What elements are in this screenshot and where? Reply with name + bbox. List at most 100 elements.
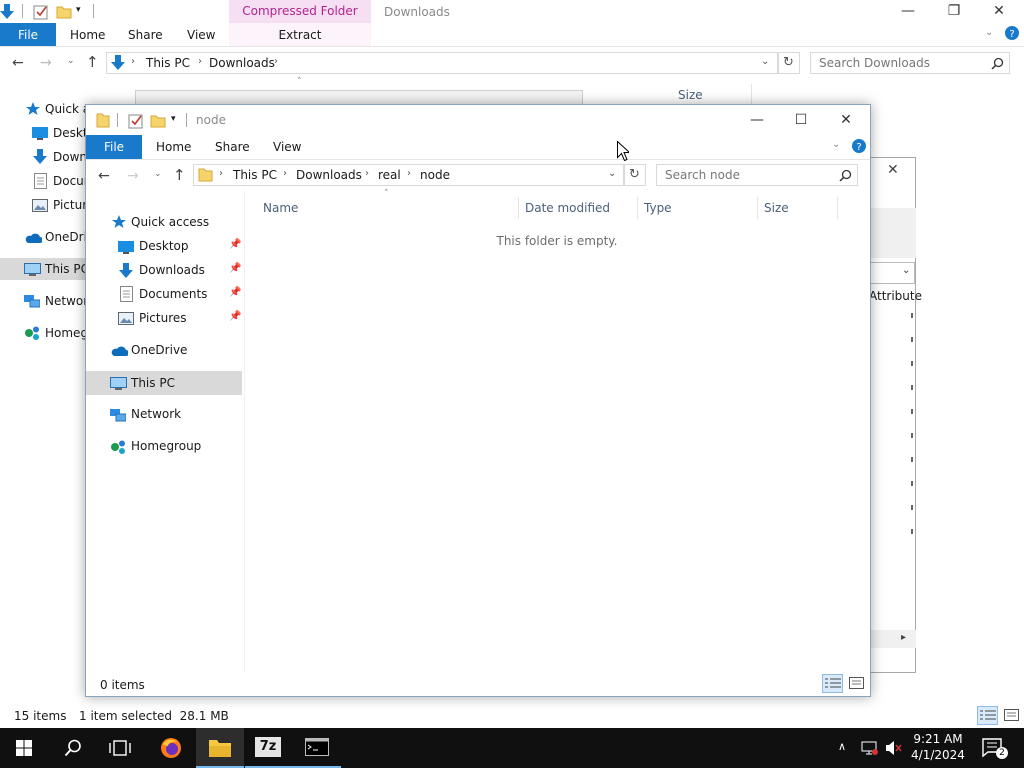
sevenzip-button[interactable]: 7z [245,728,293,768]
nav-downloads[interactable]: Downloads [139,259,205,281]
qat-dropdown-icon[interactable]: ▾ [76,5,81,15]
tab-home[interactable]: Home [70,23,105,47]
refresh-button[interactable]: ↻ [624,164,646,186]
help-icon[interactable]: ? [852,139,866,153]
up-button[interactable]: ↑ [173,166,186,184]
tab-view[interactable]: View [273,135,301,159]
tab-file[interactable]: File [0,23,56,47]
maximize-button[interactable]: ☐ [778,105,824,135]
search-button[interactable] [48,728,96,768]
nav-pictures[interactable]: Pictures [139,307,187,329]
show-hidden-icons-button[interactable]: ∧ [838,740,846,753]
refresh-button[interactable]: ↻ [778,52,800,74]
properties-icon[interactable] [33,4,49,20]
clock[interactable]: 9:21 AM 4/1/2024 [908,731,968,763]
recent-locations-icon[interactable]: ⌄ [154,169,162,179]
tab-extract[interactable]: Extract [229,23,371,47]
nav-quick-access[interactable]: Quick a [45,98,90,120]
new-folder-icon[interactable] [150,113,166,129]
qat-dropdown-icon[interactable]: ▾ [171,114,176,124]
column-size[interactable]: Size [672,84,752,106]
details-view-icon [980,710,996,722]
search-input[interactable]: Search node [656,164,858,186]
expand-ribbon-icon[interactable]: ⌄ [985,27,993,38]
chevron-right-icon[interactable]: › [283,168,287,179]
nav-documents[interactable]: Documents [139,283,207,305]
properties-icon[interactable] [128,113,144,129]
downloads-arrow-icon [111,55,125,71]
forward-button[interactable]: → [40,55,52,71]
homegroup-icon [24,326,40,340]
search-input[interactable]: Search Downloads [810,52,1010,74]
column-attributes[interactable]: Attribute [869,289,922,303]
nav-network[interactable]: Network [131,403,181,425]
back-button[interactable]: ← [12,55,24,71]
task-view-button[interactable] [96,728,144,768]
large-icons-view-button[interactable] [1001,706,1022,725]
breadcrumb-downloads[interactable]: Downloads [296,168,362,182]
breadcrumb-this-pc[interactable]: This PC [233,168,277,182]
close-button[interactable]: ✕ [976,0,1022,26]
volume-muted-icon[interactable] [885,740,903,756]
expand-ribbon-icon[interactable]: ⌄ [832,139,840,150]
nav-onedrive[interactable]: OneDrive [131,339,187,361]
close-button[interactable]: ✕ [823,105,869,135]
firefox-button[interactable] [147,728,195,768]
tab-share[interactable]: Share [215,135,250,159]
downloads-arrow-icon [0,4,14,20]
tab-share[interactable]: Share [128,23,163,47]
scroll-right-icon[interactable]: ▸ [901,632,906,643]
minimize-button[interactable]: — [734,105,780,135]
recent-locations-icon[interactable]: ⌄ [67,56,75,66]
chevron-right-icon[interactable]: › [365,168,369,179]
breadcrumb-node[interactable]: node [420,168,450,182]
network-status-icon[interactable] [861,740,879,756]
address-bar[interactable]: › This PC › Downloads › real › node ⌄ [193,164,624,186]
documents-icon [34,173,47,189]
chevron-right-icon[interactable]: › [407,168,411,179]
nav-this-pc[interactable]: This PC [45,258,89,280]
nav-this-pc[interactable]: This PC [131,372,175,394]
nav-desktop[interactable]: Desktop [139,235,189,257]
address-dropdown-icon[interactable]: ⌄ [761,56,769,67]
file-explorer-button[interactable] [196,728,244,768]
breadcrumb-downloads[interactable]: Downloads [209,56,275,70]
column-type[interactable]: Type [638,197,758,219]
dropdown-chevron-icon: ⌄ [902,265,911,276]
tab-file[interactable]: File [86,135,142,159]
chevron-right-icon[interactable]: › [131,56,135,67]
details-view-button[interactable] [977,706,998,725]
back-button[interactable]: ← [98,168,110,184]
forward-button[interactable]: → [127,168,139,184]
chevron-right-icon[interactable]: › [198,56,202,67]
column-date-modified[interactable]: Date modified [519,197,638,219]
start-button[interactable] [0,728,48,768]
close-icon[interactable]: ✕ [887,162,899,178]
address-bar[interactable]: › This PC › Downloads › ⌄ [106,52,778,74]
nav-homegroup[interactable]: Homegroup [131,435,201,457]
nav-homegroup[interactable]: Homeg [45,322,88,344]
maximize-button[interactable]: ❐ [931,0,977,26]
status-item-count: 15 items [14,709,67,723]
up-button[interactable]: ↑ [86,53,99,71]
minimize-button[interactable]: — [885,0,931,26]
tab-home[interactable]: Home [156,135,191,159]
command-prompt-button[interactable] [293,728,341,768]
chevron-right-icon[interactable]: › [219,168,223,179]
tab-view[interactable]: View [187,23,215,47]
nav-quick-access[interactable]: Quick access [131,211,209,233]
column-name[interactable]: Name [257,197,519,219]
nav-downloads[interactable]: Down [53,146,87,168]
help-icon[interactable]: ? [1005,26,1019,40]
chevron-right-icon[interactable]: › [274,56,278,67]
taskbar: 7z ∧ 9:21 AM 4/1/2024 2 [0,728,1024,768]
breadcrumb-this-pc[interactable]: This PC [146,56,190,70]
large-icons-view-button[interactable] [846,674,867,693]
column-size[interactable]: Size [758,197,838,219]
nav-pictures[interactable]: Pictur [53,194,87,216]
new-folder-icon[interactable] [56,4,72,20]
pane-splitter[interactable] [244,191,245,671]
details-view-button[interactable] [822,674,843,693]
breadcrumb-real[interactable]: real [378,168,401,182]
address-dropdown-icon[interactable]: ⌄ [608,168,616,179]
